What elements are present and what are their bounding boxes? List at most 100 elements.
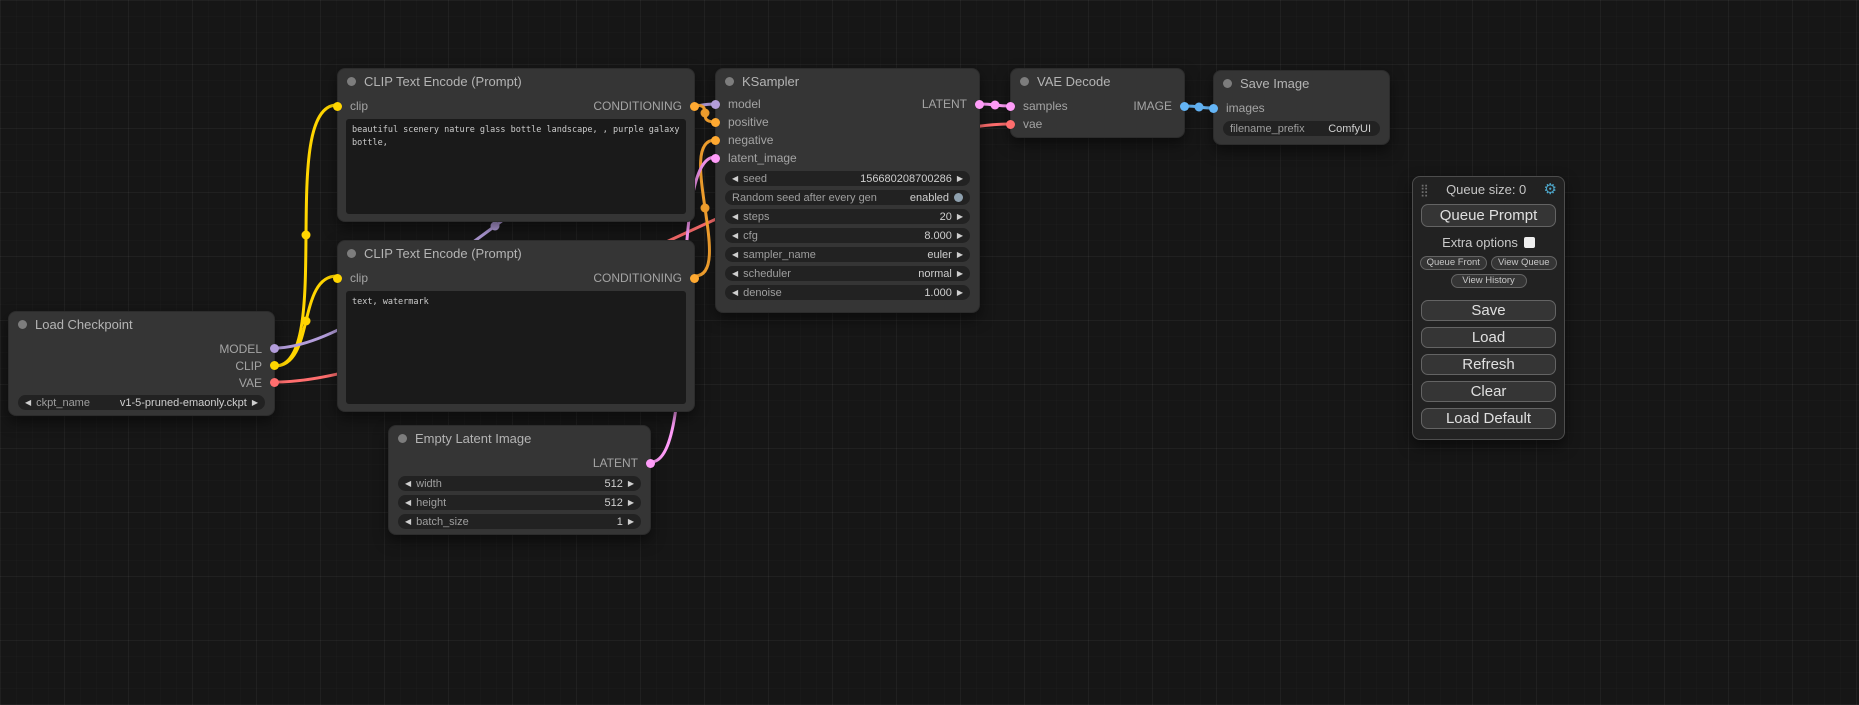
widget-value: 20 [940, 211, 952, 223]
widget-value: v1-5-pruned-emaonly.ckpt [120, 397, 247, 409]
drag-handle-icon[interactable]: ⣿ [1420, 184, 1429, 196]
view-history-button[interactable]: View History [1451, 274, 1527, 288]
arrow-right-icon[interactable]: ▶ [957, 213, 963, 221]
ckpt-name-widget[interactable]: ◀ ckpt_name v1-5-pruned-emaonly.ckpt ▶ [18, 395, 265, 410]
widget-name: denoise [743, 287, 782, 299]
slot-label-clip: clip [350, 99, 368, 113]
clip-input-dot[interactable] [333, 102, 342, 111]
node-title: Save Image [1240, 76, 1309, 91]
arrow-right-icon[interactable]: ▶ [957, 270, 963, 278]
arrow-left-icon[interactable]: ◀ [732, 289, 738, 297]
arrow-right-icon[interactable]: ▶ [252, 399, 258, 407]
seed-widget[interactable]: ◀ seed 156680208700286 ▶ [725, 171, 970, 186]
samples-input-dot[interactable] [1006, 102, 1015, 111]
batch-size-widget[interactable]: ◀ batch_size 1 ▶ [398, 514, 641, 529]
collapse-dot-icon[interactable] [347, 249, 356, 258]
node-title-bar[interactable]: Empty Latent Image [389, 426, 650, 450]
clip-output-dot[interactable] [270, 361, 279, 370]
model-output-dot[interactable] [270, 344, 279, 353]
load-default-button[interactable]: Load Default [1421, 408, 1556, 429]
collapse-dot-icon[interactable] [18, 320, 27, 329]
collapse-dot-icon[interactable] [1020, 77, 1029, 86]
view-queue-button[interactable]: View Queue [1491, 256, 1558, 270]
node-load-checkpoint[interactable]: Load Checkpoint MODEL CLIP VAE ◀ ckpt_na… [8, 311, 275, 416]
cfg-widget[interactable]: ◀ cfg 8.000 ▶ [725, 228, 970, 243]
node-title-bar[interactable]: Load Checkpoint [9, 312, 274, 336]
image-output-dot[interactable] [1180, 102, 1189, 111]
queue-prompt-button[interactable]: Queue Prompt [1421, 204, 1556, 227]
node-title-bar[interactable]: CLIP Text Encode (Prompt) [338, 69, 694, 93]
latent-output-dot[interactable] [646, 459, 655, 468]
filename-prefix-widget[interactable]: filename_prefix ComfyUI [1223, 121, 1380, 136]
slot-label-latent-image: latent_image [728, 151, 797, 165]
arrow-right-icon[interactable]: ▶ [628, 480, 634, 488]
queue-size-label: Queue size: 0 [1429, 182, 1544, 197]
link-dot [991, 101, 1000, 110]
arrow-left-icon[interactable]: ◀ [732, 251, 738, 259]
arrow-right-icon[interactable]: ▶ [628, 518, 634, 526]
clip-input-dot[interactable] [333, 274, 342, 283]
arrow-right-icon[interactable]: ▶ [957, 251, 963, 259]
arrow-right-icon[interactable]: ▶ [957, 175, 963, 183]
random-seed-widget[interactable]: Random seed after every gen enabled [725, 190, 970, 205]
arrow-left-icon[interactable]: ◀ [25, 399, 31, 407]
latent-image-input-dot[interactable] [711, 154, 720, 163]
node-clip-text-encode-negative[interactable]: CLIP Text Encode (Prompt) clip CONDITION… [337, 240, 695, 412]
positive-input-dot[interactable] [711, 118, 720, 127]
clear-button[interactable]: Clear [1421, 381, 1556, 402]
toggle-dot-icon[interactable] [954, 193, 963, 202]
refresh-button[interactable]: Refresh [1421, 354, 1556, 375]
collapse-dot-icon[interactable] [725, 77, 734, 86]
save-button[interactable]: Save [1421, 300, 1556, 321]
link-dot [491, 222, 500, 231]
model-input-dot[interactable] [711, 100, 720, 109]
load-button[interactable]: Load [1421, 327, 1556, 348]
node-save-image[interactable]: Save Image images filename_prefix ComfyU… [1213, 70, 1390, 145]
extra-options-checkbox[interactable] [1524, 237, 1535, 248]
slot-row: negative [716, 131, 979, 149]
slot-row: latent_image [716, 149, 979, 167]
arrow-left-icon[interactable]: ◀ [405, 518, 411, 526]
node-empty-latent-image[interactable]: Empty Latent Image LATENT ◀ width 512 ▶ … [388, 425, 651, 535]
denoise-widget[interactable]: ◀ denoise 1.000 ▶ [725, 285, 970, 300]
slot-label-clip: clip [350, 271, 368, 285]
node-graph-canvas[interactable]: Load Checkpoint MODEL CLIP VAE ◀ ckpt_na… [0, 0, 1859, 705]
link-dot [701, 109, 710, 118]
vae-input-dot[interactable] [1006, 120, 1015, 129]
latent-output-dot[interactable] [975, 100, 984, 109]
arrow-left-icon[interactable]: ◀ [732, 175, 738, 183]
conditioning-output-dot[interactable] [690, 102, 699, 111]
arrow-left-icon[interactable]: ◀ [405, 480, 411, 488]
prompt-textarea[interactable]: text, watermark [346, 291, 686, 404]
sampler-name-widget[interactable]: ◀ sampler_name euler ▶ [725, 247, 970, 262]
node-title-bar[interactable]: KSampler [716, 69, 979, 93]
steps-widget[interactable]: ◀ steps 20 ▶ [725, 209, 970, 224]
arrow-left-icon[interactable]: ◀ [732, 213, 738, 221]
node-vae-decode[interactable]: VAE Decode samples IMAGE vae [1010, 68, 1185, 138]
height-widget[interactable]: ◀ height 512 ▶ [398, 495, 641, 510]
collapse-dot-icon[interactable] [398, 434, 407, 443]
collapse-dot-icon[interactable] [347, 77, 356, 86]
arrow-right-icon[interactable]: ▶ [957, 289, 963, 297]
arrow-right-icon[interactable]: ▶ [957, 232, 963, 240]
width-widget[interactable]: ◀ width 512 ▶ [398, 476, 641, 491]
conditioning-output-dot[interactable] [690, 274, 699, 283]
vae-output-dot[interactable] [270, 378, 279, 387]
gear-icon[interactable]: ⚙ [1544, 182, 1557, 197]
negative-input-dot[interactable] [711, 136, 720, 145]
node-title-bar[interactable]: CLIP Text Encode (Prompt) [338, 241, 694, 265]
node-clip-text-encode-positive[interactable]: CLIP Text Encode (Prompt) clip CONDITION… [337, 68, 695, 222]
arrow-left-icon[interactable]: ◀ [732, 232, 738, 240]
node-title-bar[interactable]: Save Image [1214, 71, 1389, 95]
prompt-textarea[interactable]: beautiful scenery nature glass bottle la… [346, 119, 686, 214]
collapse-dot-icon[interactable] [1223, 79, 1232, 88]
arrow-left-icon[interactable]: ◀ [405, 499, 411, 507]
arrow-right-icon[interactable]: ▶ [628, 499, 634, 507]
queue-panel[interactable]: ⣿ Queue size: 0 ⚙ Queue Prompt Extra opt… [1412, 176, 1565, 440]
node-ksampler[interactable]: KSampler model LATENT positive negative … [715, 68, 980, 313]
arrow-left-icon[interactable]: ◀ [732, 270, 738, 278]
node-title-bar[interactable]: VAE Decode [1011, 69, 1184, 93]
queue-front-button[interactable]: Queue Front [1420, 256, 1487, 270]
images-input-dot[interactable] [1209, 104, 1218, 113]
scheduler-widget[interactable]: ◀ scheduler normal ▶ [725, 266, 970, 281]
